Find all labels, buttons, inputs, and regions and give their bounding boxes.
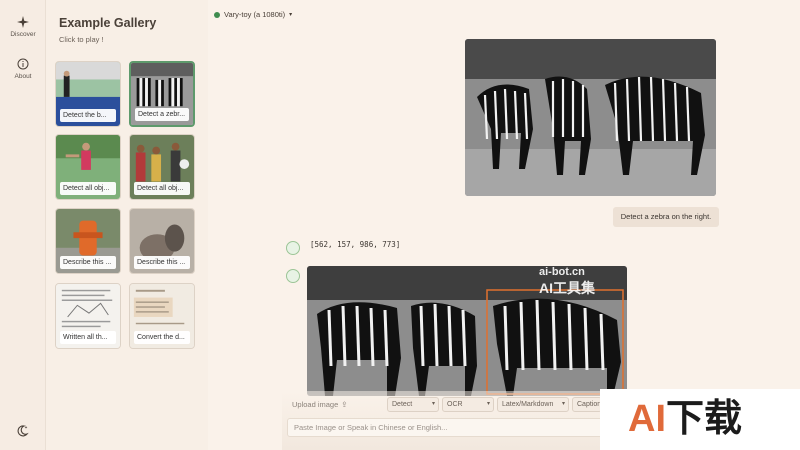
gallery-card-caption: Detect the b... <box>60 109 116 122</box>
watermark-brand-b: 下载 <box>666 398 743 440</box>
info-icon <box>17 58 29 70</box>
watermark-url: ai-bot.cn <box>539 266 585 278</box>
watermark-name: AI工具集 <box>539 280 595 296</box>
chip-label: OCR <box>447 401 463 408</box>
chip-label: Latex/Markdown <box>502 401 554 408</box>
gallery-card-caption: Describe this ... <box>134 256 190 269</box>
zebras-photo <box>465 39 716 196</box>
discover-label: Discover <box>10 31 36 38</box>
upload-label: Upload image <box>292 400 339 409</box>
gallery-card[interactable]: Describe this ... <box>55 208 121 274</box>
gallery-card[interactable]: Convert the d... <box>129 283 195 349</box>
latex-markdown-chip[interactable]: Latex/Markdown ▾ <box>497 397 569 412</box>
gallery-title: Example Gallery <box>59 16 157 30</box>
left-rail: Discover About <box>0 0 46 450</box>
gallery-card-caption: Describe this ... <box>60 256 116 269</box>
ai-download-watermark: AI下载 <box>600 389 800 450</box>
chip-label: Detect <box>392 401 413 408</box>
watermark-brand-a: AI <box>628 398 666 440</box>
user-message-bubble: Detect a zebra on the right. <box>613 207 719 227</box>
gallery-card-caption: Written all th... <box>60 331 116 344</box>
gallery-card[interactable]: Written all th... <box>55 283 121 349</box>
gallery-card[interactable]: Detect the b... <box>55 61 121 127</box>
chevron-down-icon: ▾ <box>561 401 565 407</box>
chevron-down-icon: ▾ <box>486 401 490 407</box>
detect-chip[interactable]: Detect ▾ <box>387 397 439 412</box>
ai-bot-watermark: ai-bot.cn AI工具集 <box>503 266 595 298</box>
example-gallery: Example Gallery Click to play ! Detect t… <box>46 0 208 450</box>
chip-label: Caption <box>577 401 602 408</box>
dark-mode-icon[interactable] <box>15 424 29 438</box>
status-dot <box>214 11 220 18</box>
gallery-subtitle: Click to play ! <box>59 35 104 44</box>
bot-reply-text: [562, 157, 986, 773] <box>310 240 401 249</box>
model-label: Vary-toy (a 1080ti) <box>224 10 286 19</box>
bot-avatar <box>286 269 300 283</box>
gallery-card-selected[interactable]: Detect a zebr... <box>129 61 195 127</box>
chevron-down-icon: ▾ <box>431 401 435 407</box>
chevron-down-icon: ▾ <box>289 12 293 18</box>
sparkle-icon <box>17 16 29 28</box>
about-nav[interactable]: About <box>0 58 46 80</box>
discover-nav[interactable]: Discover <box>0 16 46 38</box>
message-input[interactable]: Paste Image or Speak in Chinese or Engli… <box>287 418 612 437</box>
caption-chip[interactable]: Caption <box>572 397 602 412</box>
gallery-card-caption: Detect all obj... <box>134 182 190 195</box>
gallery-card[interactable]: Describe this ... <box>129 208 195 274</box>
gallery-card[interactable]: Detect all obj... <box>55 134 121 200</box>
ocr-chip[interactable]: OCR ▾ <box>442 397 494 412</box>
upload-image-button[interactable]: Upload image ⇪ <box>292 400 348 409</box>
model-selector[interactable]: Vary-toy (a 1080ti) ▾ <box>214 10 292 19</box>
gallery-card-caption: Detect all obj... <box>60 182 116 195</box>
bot-avatar <box>286 241 300 255</box>
gallery-card[interactable]: Detect all obj... <box>129 134 195 200</box>
about-label: About <box>14 73 32 80</box>
gallery-card-caption: Detect a zebr... <box>135 108 189 121</box>
upload-icon: ⇪ <box>341 400 348 409</box>
gallery-card-caption: Convert the d... <box>134 331 190 344</box>
user-uploaded-image <box>465 39 716 196</box>
